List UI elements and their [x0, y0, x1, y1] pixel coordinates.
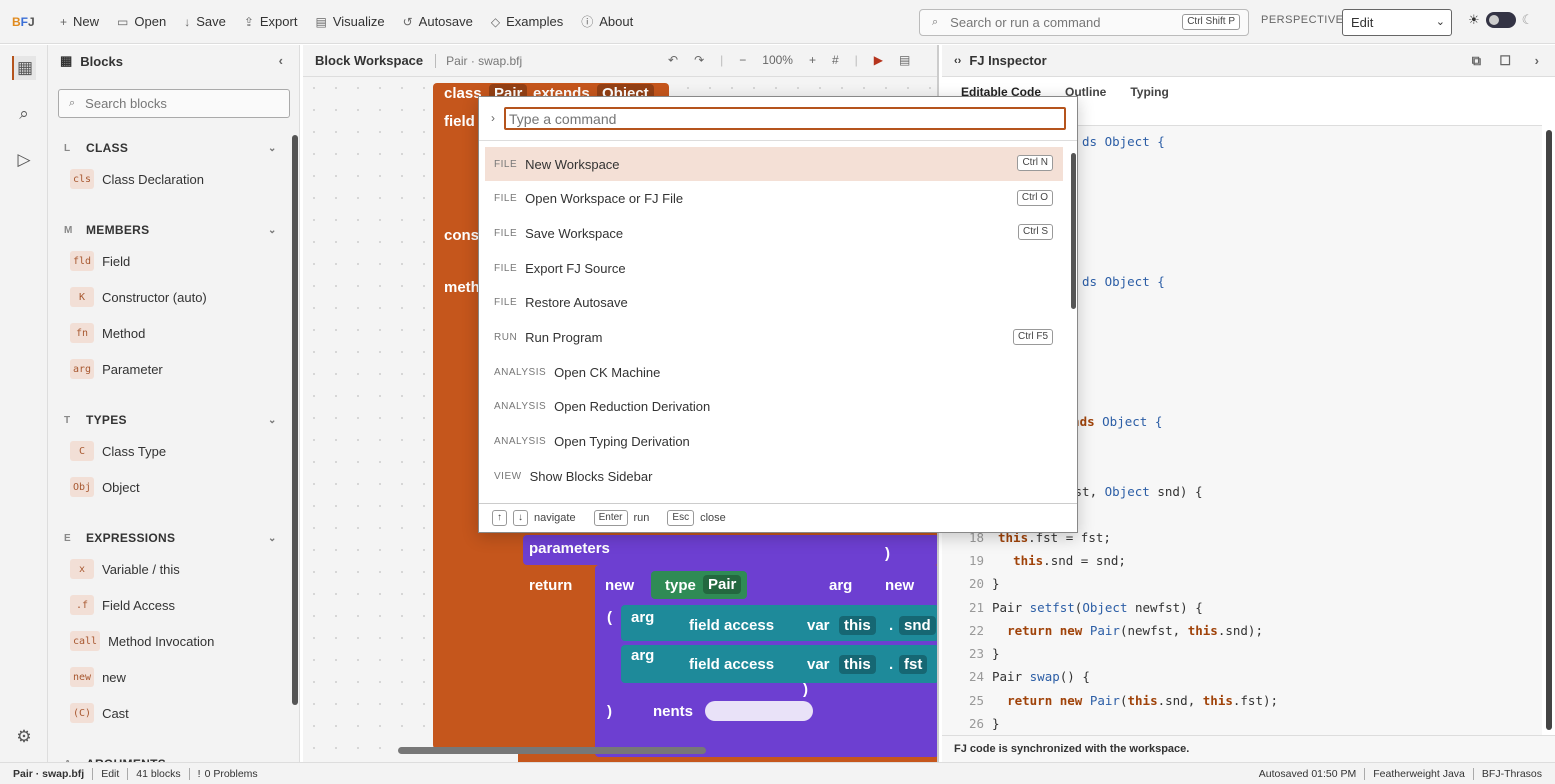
palette-scrollbar[interactable] — [1071, 153, 1076, 309]
command-open-typing-derivation[interactable]: ANALYSIS Open Typing Derivation — [485, 425, 1063, 459]
command-show-blocks-sidebar[interactable]: VIEW Show Blocks Sidebar — [485, 459, 1063, 493]
arrow-up-key: ↑ — [492, 510, 507, 526]
chevron-right-icon: › — [491, 111, 495, 125]
shortcut-key: Ctrl S — [1018, 224, 1053, 241]
shortcut-key: Ctrl F5 — [1013, 328, 1053, 345]
command-save-workspace[interactable]: FILE Save Workspace Ctrl S — [485, 216, 1063, 250]
esc-key: Esc — [667, 510, 695, 526]
shortcut-key: Ctrl O — [1016, 189, 1053, 206]
arrow-down-key: ↓ — [513, 510, 528, 526]
command-export-fj-source[interactable]: FILE Export FJ Source — [485, 251, 1063, 285]
command-open-ck-machine[interactable]: ANALYSIS Open CK Machine — [485, 355, 1063, 389]
command-open-reduction-derivation[interactable]: ANALYSIS Open Reduction Derivation — [485, 390, 1063, 424]
palette-overlay[interactable]: › FILENew WorkspaceCtrl NFILEOpen Worksp… — [0, 0, 1555, 784]
command-palette: › FILENew WorkspaceCtrl NFILEOpen Worksp… — [478, 96, 1078, 533]
command-input[interactable] — [504, 107, 1066, 130]
command-open-workspace-or-fj-file[interactable]: FILE Open Workspace or FJ File Ctrl O — [485, 182, 1063, 216]
command-run-program[interactable]: RUN Run Program Ctrl F5 — [485, 321, 1063, 355]
palette-footer: ↑ ↓ navigate Enter run Esc close — [479, 503, 1077, 532]
command-new-workspace[interactable]: FILE New Workspace Ctrl N — [485, 147, 1063, 181]
shortcut-key: Ctrl N — [1017, 155, 1053, 171]
command-restore-autosave[interactable]: FILE Restore Autosave — [485, 286, 1063, 320]
enter-key: Enter — [593, 510, 628, 526]
